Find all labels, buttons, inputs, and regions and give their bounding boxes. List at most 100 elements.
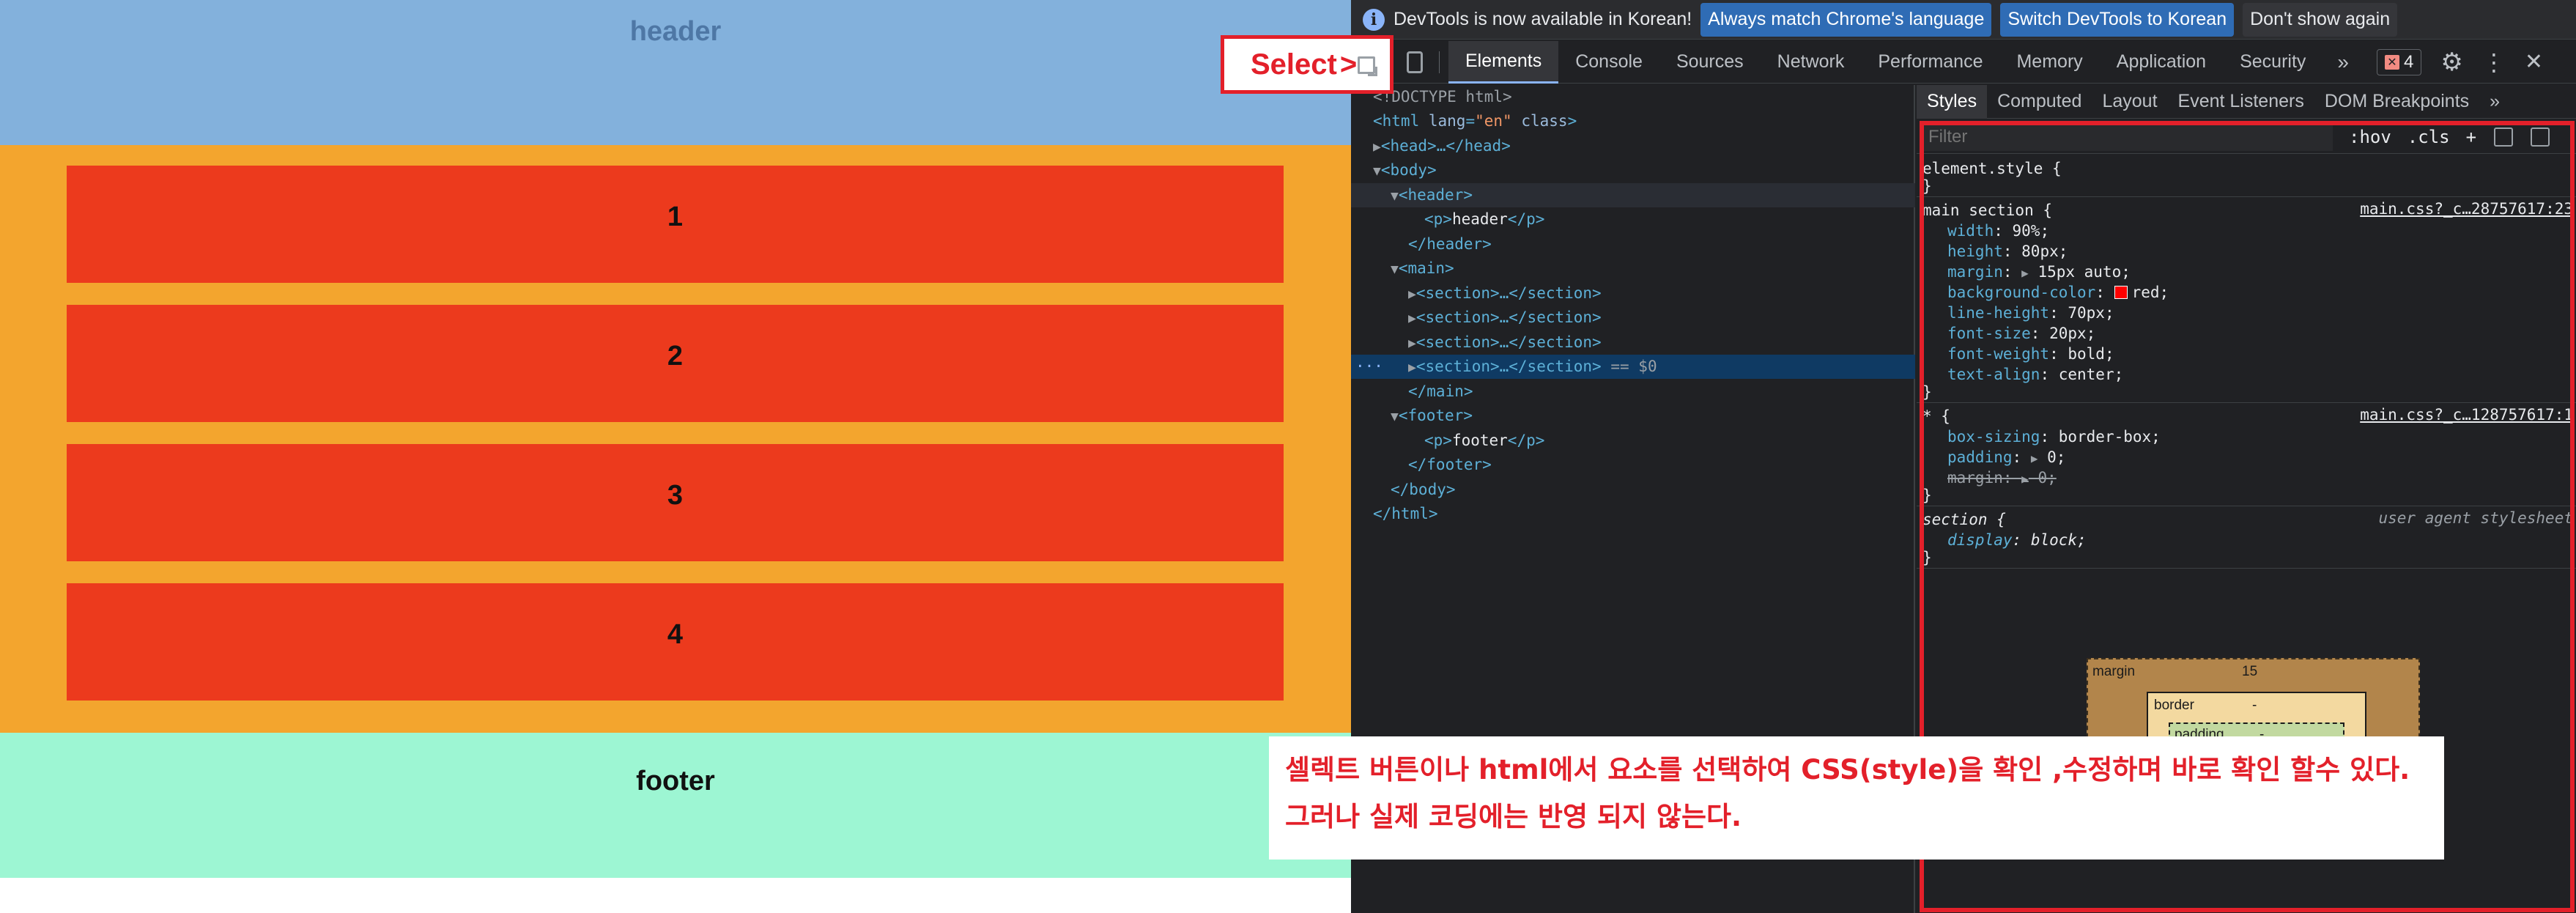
- main-tag: <main>: [1398, 259, 1454, 277]
- expand-triangle-icon[interactable]: ▶: [1408, 311, 1416, 326]
- html-lang-attr: lang: [1428, 112, 1466, 130]
- page-preview: header 1 2 3 4 footer: [0, 0, 1351, 913]
- error-icon: ✕: [2384, 54, 2399, 70]
- dom-main-close[interactable]: </main>: [1351, 380, 1915, 404]
- dom-main[interactable]: ▼<main>: [1351, 256, 1915, 281]
- tab-console[interactable]: Console: [1558, 41, 1659, 84]
- section-tag: <section>…</section>: [1415, 333, 1602, 351]
- dom-footer[interactable]: ▼<footer>: [1351, 404, 1915, 428]
- note-line-1: 셀렉트 버튼이나 html에서 요소를 선택하여 CSS(style)을 확인 …: [1285, 754, 2410, 786]
- p-open-tag: <p>: [1424, 432, 1452, 449]
- head-tag: <head>…</head>: [1380, 137, 1511, 155]
- close-devtools-icon[interactable]: ✕: [2525, 49, 2543, 75]
- dom-section-2[interactable]: ▶<section>…</section>: [1351, 306, 1915, 330]
- tab-memory[interactable]: Memory: [1999, 41, 2099, 84]
- more-subtabs-icon[interactable]: »: [2479, 85, 2510, 119]
- more-options-icon[interactable]: ⋮: [2482, 48, 2506, 76]
- device-toolbar-icon[interactable]: [1407, 51, 1423, 73]
- section-tag: <section>…</section>: [1415, 284, 1602, 302]
- doctype-text: <!DOCTYPE html>: [1373, 88, 1512, 106]
- dom-body[interactable]: ▼<body>: [1351, 158, 1915, 182]
- error-count-badge[interactable]: ✕ 4: [2376, 48, 2422, 75]
- toolbar-divider: [1439, 51, 1440, 73]
- collapse-triangle-icon[interactable]: ▼: [1391, 262, 1399, 277]
- annotation-note: 셀렉트 버튼이나 html에서 요소를 선택하여 CSS(style)을 확인 …: [1269, 736, 2444, 860]
- dom-footer-p[interactable]: <p>footer</p>: [1351, 429, 1915, 453]
- styles-subtabs: Styles Computed Layout Event Listeners D…: [1917, 84, 2576, 119]
- dom-head[interactable]: ▶<head>…</head>: [1351, 134, 1915, 158]
- select-element-icon[interactable]: [1358, 56, 1377, 76]
- select-callout: Select >: [1221, 35, 1394, 94]
- error-count: 4: [2403, 51, 2414, 72]
- dom-html-open[interactable]: <html lang="en" class>: [1351, 109, 1915, 133]
- dom-html-close[interactable]: </html>: [1351, 502, 1915, 526]
- dom-section-1[interactable]: ▶<section>…</section>: [1351, 281, 1915, 306]
- dom-header-close[interactable]: </header>: [1351, 232, 1915, 256]
- html-lang-value: "en": [1475, 112, 1512, 130]
- p-footer-text: footer: [1451, 432, 1508, 449]
- preview-section-1: 1: [67, 166, 1284, 283]
- devtools-tabbar: Elements Console Sources Network Perform…: [1351, 40, 2576, 84]
- dom-section-3[interactable]: ▶<section>…</section>: [1351, 330, 1915, 355]
- tab-security[interactable]: Security: [2223, 41, 2323, 84]
- expand-triangle-icon[interactable]: ▶: [1408, 360, 1416, 375]
- preview-section-4: 4: [67, 583, 1284, 701]
- language-infobar: i DevTools is now available in Korean! A…: [1351, 0, 2576, 40]
- collapse-triangle-icon[interactable]: ▼: [1391, 188, 1399, 204]
- preview-header-text: header: [629, 16, 722, 47]
- html-close-tag: </html>: [1373, 505, 1438, 522]
- tab-network[interactable]: Network: [1761, 41, 1862, 84]
- subtab-styles[interactable]: Styles: [1917, 84, 1988, 119]
- collapse-triangle-icon[interactable]: ▼: [1373, 163, 1381, 179]
- dont-show-again-button[interactable]: Don't show again: [2243, 2, 2398, 37]
- ellipsis-icon[interactable]: ···: [1355, 355, 1383, 380]
- p-close-tag: </p>: [1507, 432, 1545, 449]
- subtab-layout[interactable]: Layout: [2092, 85, 2167, 119]
- expand-triangle-icon[interactable]: ▶: [1408, 336, 1416, 351]
- tab-elements[interactable]: Elements: [1448, 40, 1559, 84]
- callout-arrow: >: [1339, 48, 1358, 81]
- preview-section-3: 3: [67, 444, 1284, 561]
- section-tag: <section>…</section>: [1415, 358, 1602, 375]
- preview-footer-text: footer: [636, 766, 715, 796]
- settings-gear-icon[interactable]: ⚙: [2440, 48, 2462, 77]
- p-header-text: header: [1451, 210, 1508, 228]
- dom-footer-close[interactable]: </footer>: [1351, 453, 1915, 477]
- note-line-2: 그러나 실제 코딩에는 반영 되지 않는다.: [1285, 801, 1742, 832]
- tab-performance[interactable]: Performance: [1861, 41, 1999, 84]
- footer-close-tag: </footer>: [1408, 456, 1492, 473]
- subtab-dom-breakpoints[interactable]: DOM Breakpoints: [2314, 85, 2479, 119]
- collapse-triangle-icon[interactable]: ▼: [1391, 409, 1399, 424]
- dom-header-p[interactable]: <p>header</p>: [1351, 207, 1915, 232]
- subtab-event-listeners[interactable]: Event Listeners: [2168, 85, 2314, 119]
- expand-triangle-icon[interactable]: ▶: [1408, 287, 1416, 302]
- section-tag: <section>…</section>: [1415, 308, 1602, 326]
- dom-doctype[interactable]: <!DOCTYPE html>: [1351, 85, 1915, 109]
- expand-triangle-icon[interactable]: ▶: [1373, 139, 1381, 155]
- switch-korean-button[interactable]: Switch DevTools to Korean: [2000, 2, 2235, 37]
- preview-footer: footer: [0, 733, 1351, 878]
- dom-section-4-selected[interactable]: ··· ▶<section>…</section> == $0: [1351, 355, 1915, 379]
- dom-header[interactable]: ▼<header>: [1351, 183, 1915, 207]
- p-open-tag: <p>: [1424, 210, 1452, 228]
- match-language-button[interactable]: Always match Chrome's language: [1700, 2, 1992, 37]
- tab-application[interactable]: Application: [2100, 41, 2223, 84]
- dom-body-close[interactable]: </body>: [1351, 478, 1915, 502]
- header-tag: <header>: [1398, 186, 1473, 204]
- selected-marker: == $0: [1610, 358, 1657, 375]
- callout-label: Select: [1251, 48, 1337, 81]
- preview-main: 1 2 3 4: [0, 145, 1351, 733]
- body-tag: <body>: [1380, 161, 1437, 179]
- footer-tag: <footer>: [1398, 407, 1473, 424]
- subtab-computed[interactable]: Computed: [1987, 85, 2092, 119]
- html-tag: <html: [1373, 112, 1420, 130]
- info-icon: i: [1363, 8, 1385, 31]
- tab-sources[interactable]: Sources: [1659, 41, 1761, 84]
- header-close-tag: </header>: [1408, 235, 1492, 253]
- infobar-message: DevTools is now available in Korean!: [1394, 9, 1692, 29]
- preview-section-2: 2: [67, 305, 1284, 422]
- html-class-attr: class: [1521, 112, 1568, 130]
- more-tabs-icon[interactable]: »: [2323, 51, 2364, 74]
- body-close-tag: </body>: [1391, 481, 1456, 498]
- preview-header: header: [0, 0, 1351, 145]
